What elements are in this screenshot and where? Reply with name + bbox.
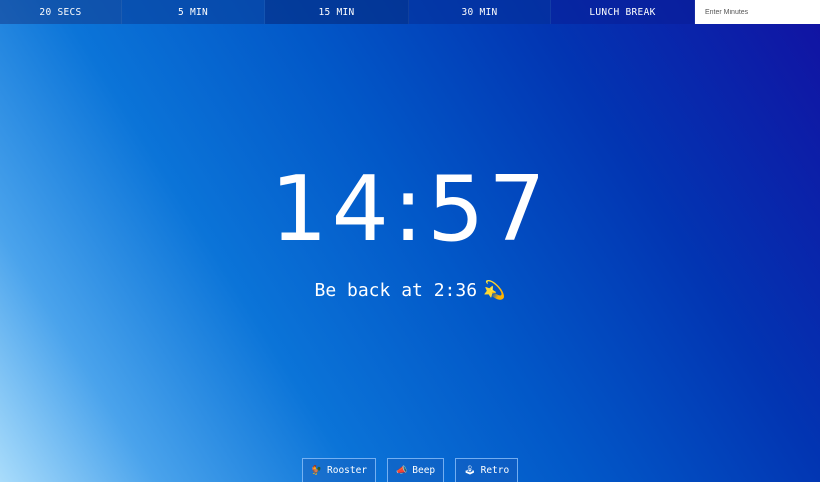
preset-bar: 20 SECS 5 MIN 15 MIN 30 MIN LUNCH BREAK — [0, 0, 820, 24]
beep-button[interactable]: 📣 Beep — [387, 458, 445, 482]
preset-20-secs[interactable]: 20 SECS — [0, 0, 122, 24]
rooster-label: Rooster — [327, 465, 368, 476]
retro-icon: 🕹 — [464, 465, 476, 476]
preset-15-min[interactable]: 15 MIN — [265, 0, 409, 24]
return-message: Be back at 2:36 💫 — [0, 280, 820, 302]
rooster-button[interactable]: 🐓 Rooster — [301, 458, 377, 482]
rooster-icon: 🐓 — [310, 465, 322, 476]
preset-5-min[interactable]: 5 MIN — [122, 0, 265, 24]
retro-label: Retro — [480, 465, 510, 476]
minutes-input[interactable] — [695, 0, 820, 24]
return-message-text: Be back at 2:36 — [314, 280, 478, 301]
sound-selector: 🐓 Rooster 📣 Beep 🕹 Retro — [0, 458, 820, 482]
preset-30-min[interactable]: 30 MIN — [409, 0, 551, 24]
beep-label: Beep — [412, 465, 436, 476]
countdown-display: 14:57 — [270, 157, 550, 262]
dizzy-star-icon: 💫 — [483, 280, 506, 301]
preset-lunch-break[interactable]: LUNCH BREAK — [551, 0, 695, 24]
retro-button[interactable]: 🕹 Retro — [455, 458, 519, 482]
beep-icon: 📣 — [396, 465, 408, 476]
